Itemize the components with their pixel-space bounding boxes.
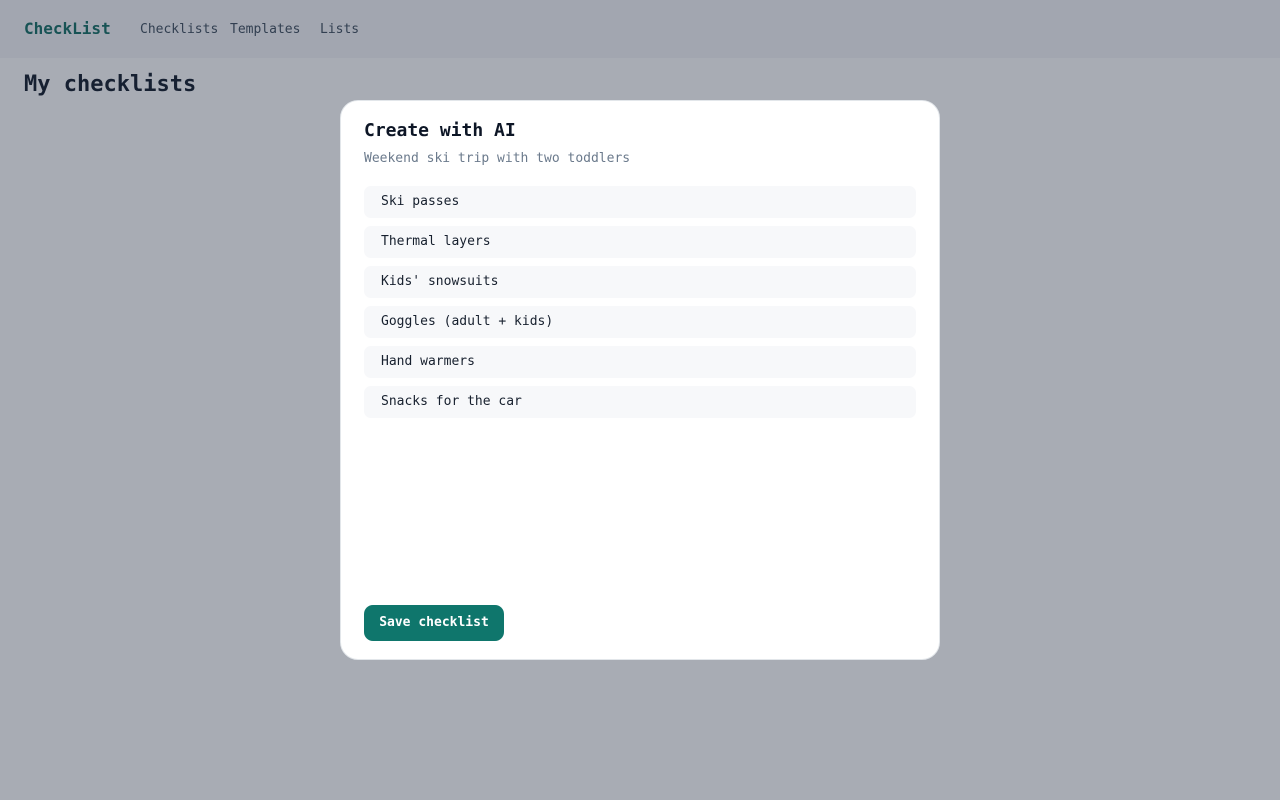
- checklist-item[interactable]: Goggles (adult + kids): [364, 306, 916, 338]
- checklist-item[interactable]: Snacks for the car: [364, 386, 916, 418]
- checklist-item[interactable]: Thermal layers: [364, 226, 916, 258]
- ai-prompt-text: Weekend ski trip with two toddlers: [364, 151, 631, 166]
- dialog-title: Create with AI: [364, 120, 516, 141]
- checklist-item[interactable]: Kids' snowsuits: [364, 266, 916, 298]
- checklist-item[interactable]: Ski passes: [364, 186, 916, 218]
- create-with-ai-dialog: Create with AI Weekend ski trip with two…: [340, 100, 940, 660]
- save-checklist-button[interactable]: Save checklist: [364, 605, 504, 641]
- checklist-items: Ski passes Thermal layers Kids' snowsuit…: [364, 186, 916, 426]
- checklist-item[interactable]: Hand warmers: [364, 346, 916, 378]
